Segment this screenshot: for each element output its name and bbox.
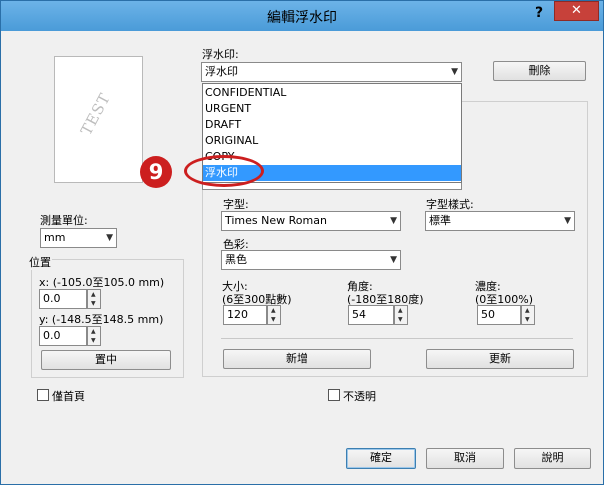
dropdown-option[interactable]: URGENT xyxy=(203,101,461,117)
font-select[interactable]: Times New Roman ▼ xyxy=(221,211,401,231)
dialog-title: 編輯浮水印 xyxy=(267,10,337,26)
delete-button[interactable]: 刪除 xyxy=(493,61,586,81)
size-input[interactable]: 120 xyxy=(223,305,267,325)
font-select-value: Times New Roman xyxy=(225,214,327,227)
watermark-dialog: 編輯浮水印 ? ✕ TEST 浮水印: 浮水印 ▼ 刪除 CONFIDENTIA… xyxy=(0,0,604,485)
dropdown-option[interactable]: DRAFT xyxy=(203,117,461,133)
opaque-label: 不透明 xyxy=(343,390,376,403)
watermark-preview: TEST xyxy=(54,56,143,183)
preview-watermark-text: TEST xyxy=(77,89,115,139)
down-arrow-icon: ▼ xyxy=(91,300,96,307)
help-button[interactable]: 說明 xyxy=(514,448,591,469)
watermark-select[interactable]: 浮水印 ▼ xyxy=(201,62,462,82)
first-page-only-checkbox[interactable] xyxy=(37,389,49,401)
callout-highlight-ring xyxy=(184,155,264,187)
x-stepper[interactable]: ▲ ▼ xyxy=(87,289,101,309)
font-label: 字型: xyxy=(223,198,249,211)
opaque-checkbox[interactable] xyxy=(328,389,340,401)
up-arrow-icon: ▲ xyxy=(525,307,530,314)
color-select-value: 黑色 xyxy=(225,253,247,266)
center-button[interactable]: 置中 xyxy=(41,350,171,370)
density-stepper[interactable]: ▲ ▼ xyxy=(521,305,535,325)
add-button[interactable]: 新增 xyxy=(223,349,371,369)
chevron-down-icon: ▼ xyxy=(451,67,458,77)
first-page-only-label: 僅首頁 xyxy=(52,390,85,403)
update-button[interactable]: 更新 xyxy=(426,349,574,369)
chevron-down-icon: ▼ xyxy=(564,216,571,226)
down-arrow-icon: ▼ xyxy=(398,316,403,323)
up-arrow-icon: ▲ xyxy=(398,307,403,314)
font-style-select[interactable]: 標準 ▼ xyxy=(425,211,575,231)
y-stepper[interactable]: ▲ ▼ xyxy=(87,326,101,346)
up-arrow-icon: ▲ xyxy=(91,328,96,335)
step-callout-badge: 9 xyxy=(140,156,172,188)
up-arrow-icon: ▲ xyxy=(271,307,276,314)
x-range-label: x: (-105.0至105.0 mm) xyxy=(39,276,165,289)
y-input[interactable]: 0.0 xyxy=(39,326,87,346)
units-select[interactable]: mm ▼ xyxy=(40,228,117,248)
dropdown-option[interactable]: ORIGINAL xyxy=(203,133,461,149)
cancel-button[interactable]: 取消 xyxy=(426,448,504,469)
angle-input[interactable]: 54 xyxy=(348,305,394,325)
font-style-select-value: 標準 xyxy=(429,214,451,227)
down-arrow-icon: ▼ xyxy=(525,316,530,323)
down-arrow-icon: ▼ xyxy=(271,316,276,323)
chevron-down-icon: ▼ xyxy=(390,216,397,226)
down-arrow-icon: ▼ xyxy=(91,337,96,344)
help-icon[interactable]: ? xyxy=(531,5,547,23)
watermark-select-value: 浮水印 xyxy=(205,65,238,78)
units-label: 測量單位: xyxy=(40,214,88,227)
title-bar: 編輯浮水印 ? ✕ xyxy=(1,1,603,31)
units-select-value: mm xyxy=(44,231,66,244)
position-title: 位置 xyxy=(28,254,52,270)
close-button[interactable]: ✕ xyxy=(554,1,599,21)
dropdown-option[interactable]: CONFIDENTIAL xyxy=(203,85,461,101)
up-arrow-icon: ▲ xyxy=(91,291,96,298)
y-range-label: y: (-148.5至148.5 mm) xyxy=(39,313,164,326)
ok-button[interactable]: 確定 xyxy=(346,448,416,469)
watermark-label: 浮水印: xyxy=(202,48,239,61)
color-select[interactable]: 黑色 ▼ xyxy=(221,250,401,270)
font-style-label: 字型樣式: xyxy=(426,198,474,211)
chevron-down-icon: ▼ xyxy=(106,233,113,243)
angle-stepper[interactable]: ▲ ▼ xyxy=(394,305,408,325)
chevron-down-icon: ▼ xyxy=(390,255,397,265)
divider xyxy=(221,338,573,339)
x-input[interactable]: 0.0 xyxy=(39,289,87,309)
density-input[interactable]: 50 xyxy=(477,305,521,325)
size-stepper[interactable]: ▲ ▼ xyxy=(267,305,281,325)
